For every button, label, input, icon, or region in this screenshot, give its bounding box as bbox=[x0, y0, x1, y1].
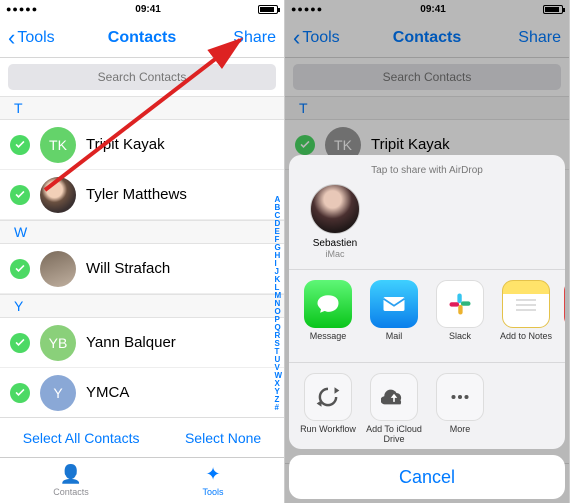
action-label: Run Workflow bbox=[300, 425, 356, 445]
checkmark-icon[interactable] bbox=[10, 135, 30, 155]
airdrop-name: Sebastien bbox=[313, 238, 357, 249]
back-button[interactable]: ‹ Tools bbox=[8, 29, 55, 47]
bottom-actions: Select All Contacts Select None bbox=[0, 417, 284, 457]
more-icon bbox=[436, 373, 484, 421]
action-more[interactable]: More bbox=[431, 373, 489, 445]
tab-tools[interactable]: ✦ Tools bbox=[142, 458, 284, 503]
checkmark-icon[interactable] bbox=[10, 383, 30, 403]
search-input[interactable] bbox=[293, 64, 561, 90]
checkmark-icon[interactable] bbox=[295, 135, 315, 155]
wand-icon: ✦ bbox=[205, 464, 220, 485]
share-app-row[interactable]: Message Mail bbox=[289, 280, 565, 352]
contact-name: Tripit Kayak bbox=[86, 136, 165, 153]
section-header-w: W bbox=[0, 220, 284, 244]
action-label: More bbox=[450, 425, 471, 445]
slack-icon bbox=[436, 280, 484, 328]
section-header-t: T bbox=[285, 96, 569, 120]
app-label: Message bbox=[310, 332, 347, 352]
share-app-mail[interactable]: Mail bbox=[365, 280, 423, 352]
share-button[interactable]: Share bbox=[518, 29, 561, 47]
tab-label: Tools bbox=[202, 487, 223, 497]
tab-bar: 👤 Contacts ✦ Tools bbox=[0, 457, 284, 503]
share-app-more[interactable]: Import Drafts bbox=[559, 280, 565, 352]
checkmark-icon[interactable] bbox=[10, 185, 30, 205]
back-button[interactable]: ‹ Tools bbox=[293, 29, 340, 47]
divider bbox=[289, 362, 565, 363]
avatar bbox=[40, 177, 76, 213]
action-run-workflow[interactable]: Run Workflow bbox=[299, 373, 357, 445]
contact-row[interactable]: Will Strafach bbox=[0, 244, 284, 294]
contact-row[interactable]: Y YMCA bbox=[0, 368, 284, 417]
back-label: Tools bbox=[17, 29, 54, 47]
workflow-icon bbox=[304, 373, 352, 421]
section-header-t: T bbox=[0, 96, 284, 120]
avatar bbox=[40, 251, 76, 287]
status-time: 09:41 bbox=[420, 4, 446, 15]
chevron-left-icon: ‹ bbox=[293, 31, 300, 45]
chevron-left-icon: ‹ bbox=[8, 31, 15, 45]
contact-name: Tyler Matthews bbox=[86, 186, 187, 203]
index-letter[interactable]: # bbox=[274, 404, 282, 412]
action-label: Add To iCloud Drive bbox=[365, 425, 423, 445]
airdrop-avatar bbox=[310, 184, 360, 234]
notes-icon bbox=[502, 280, 550, 328]
app-label: Slack bbox=[449, 332, 471, 352]
mail-icon bbox=[370, 280, 418, 328]
divider bbox=[289, 269, 565, 270]
nav-bar: ‹ Tools Contacts Share bbox=[285, 18, 569, 58]
screen-left: ●●●●● 09:41 ‹ Tools Contacts Share T TK … bbox=[0, 0, 285, 503]
share-panel: Tap to share with AirDrop Sebastien iMac… bbox=[289, 155, 565, 449]
avatar: YB bbox=[40, 325, 76, 361]
avatar: Y bbox=[40, 375, 76, 411]
action-icloud-drive[interactable]: Add To iCloud Drive bbox=[365, 373, 423, 445]
tab-label: Contacts bbox=[53, 487, 89, 497]
back-label: Tools bbox=[302, 29, 339, 47]
contact-name: Tripit Kayak bbox=[371, 136, 450, 153]
contact-row[interactable]: Tyler Matthews bbox=[0, 170, 284, 220]
contact-name: YMCA bbox=[86, 384, 129, 401]
airdrop-heading: Tap to share with AirDrop bbox=[289, 165, 565, 176]
status-time: 09:41 bbox=[135, 4, 161, 15]
cancel-button[interactable]: Cancel bbox=[289, 455, 565, 499]
select-none-button[interactable]: Select None bbox=[185, 430, 261, 446]
screen-right: ●●●●● 09:41 ‹ Tools Contacts Share T TK … bbox=[285, 0, 570, 503]
airdrop-device: iMac bbox=[325, 249, 344, 259]
app-label: Add to Notes bbox=[500, 332, 552, 352]
share-sheet: Tap to share with AirDrop Sebastien iMac… bbox=[289, 155, 565, 499]
message-icon bbox=[304, 280, 352, 328]
battery-icon bbox=[258, 5, 278, 14]
icloud-icon bbox=[370, 373, 418, 421]
contact-row[interactable]: TK Tripit Kayak bbox=[0, 120, 284, 170]
contact-list[interactable]: T TK Tripit Kayak Tyler Matthews W Will … bbox=[0, 96, 284, 417]
share-button[interactable]: Share bbox=[233, 29, 276, 47]
checkmark-icon[interactable] bbox=[10, 333, 30, 353]
person-icon: 👤 bbox=[60, 464, 82, 485]
airdrop-target[interactable]: Sebastien iMac bbox=[305, 184, 365, 259]
select-all-button[interactable]: Select All Contacts bbox=[23, 430, 140, 446]
share-app-message[interactable]: Message bbox=[299, 280, 357, 352]
avatar: TK bbox=[40, 127, 76, 163]
status-bar: ●●●●● 09:41 bbox=[0, 0, 284, 18]
checkmark-icon[interactable] bbox=[10, 259, 30, 279]
status-bar: ●●●●● 09:41 bbox=[285, 0, 569, 18]
share-app-notes[interactable]: Add to Notes bbox=[497, 280, 555, 352]
signal-dots-icon: ●●●●● bbox=[6, 4, 38, 14]
signal-dots-icon: ●●●●● bbox=[291, 4, 323, 14]
share-app-slack[interactable]: Slack bbox=[431, 280, 489, 352]
share-action-row[interactable]: Run Workflow Add To iCloud Drive More bbox=[289, 373, 565, 445]
alpha-index[interactable]: ABCDEFGHIJKLMNOPQRSTUVWXYZ# bbox=[274, 196, 282, 357]
section-header-y: Y bbox=[0, 294, 284, 318]
contact-name: Will Strafach bbox=[86, 260, 170, 277]
nav-bar: ‹ Tools Contacts Share bbox=[0, 18, 284, 58]
drafts-icon bbox=[564, 280, 565, 328]
tab-contacts[interactable]: 👤 Contacts bbox=[0, 458, 142, 503]
app-label: Mail bbox=[386, 332, 403, 352]
contact-row[interactable]: YB Yann Balquer bbox=[0, 318, 284, 368]
battery-icon bbox=[543, 5, 563, 14]
contact-name: Yann Balquer bbox=[86, 334, 176, 351]
search-input[interactable] bbox=[8, 64, 276, 90]
